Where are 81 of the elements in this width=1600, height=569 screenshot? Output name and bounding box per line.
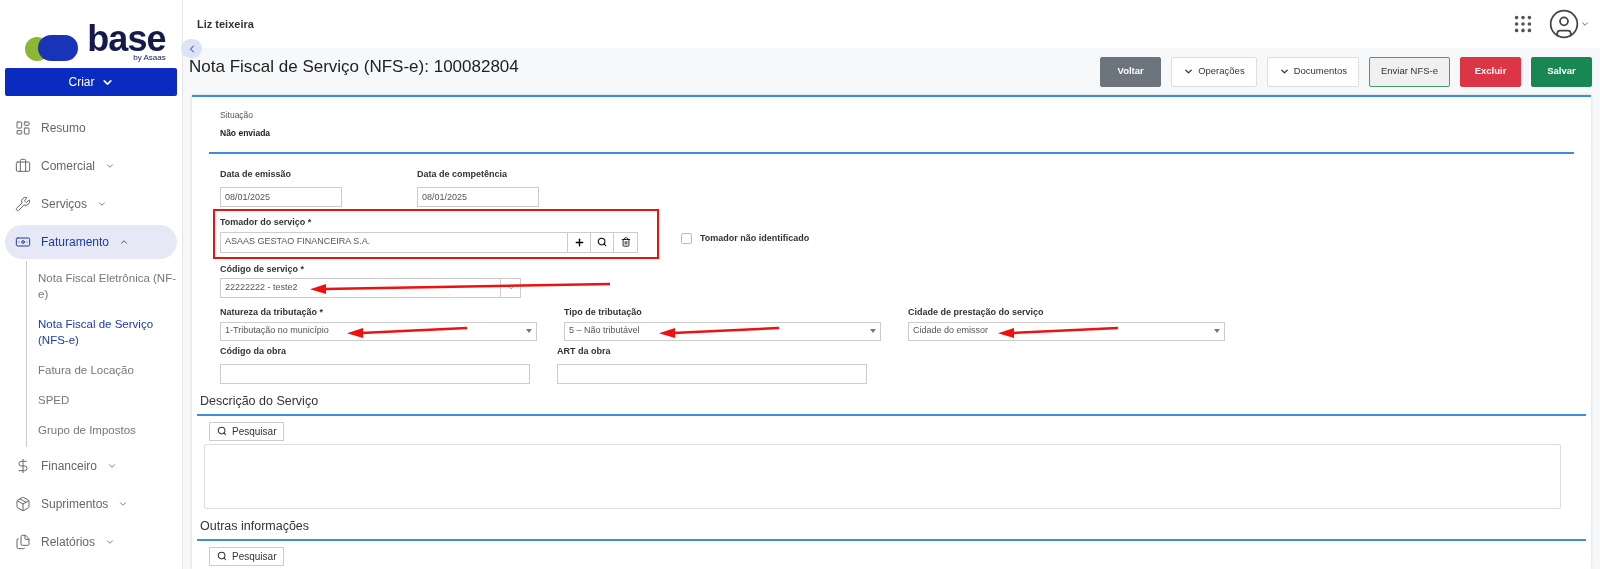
create-button[interactable]: Criar bbox=[5, 68, 177, 96]
search-icon bbox=[217, 551, 227, 561]
field-label: Código da obra bbox=[220, 344, 287, 358]
submenu-item[interactable]: Grupo de Impostos bbox=[38, 415, 177, 445]
chevron-down-icon bbox=[1278, 66, 1290, 77]
search-button[interactable]: Pesquisar bbox=[209, 546, 285, 566]
action-button[interactable]: Voltar bbox=[1100, 56, 1162, 87]
search-button[interactable]: Pesquisar bbox=[209, 421, 285, 441]
action-button[interactable]: Excluir bbox=[1460, 56, 1521, 87]
submenu-item[interactable]: Nota Fiscal de Serviço (NFS-e) bbox=[38, 309, 177, 355]
sidebar-item[interactable]: Financeiro bbox=[5, 449, 177, 483]
status-value: Não enviada bbox=[220, 126, 272, 140]
checkbox-label: Tomador não identificado bbox=[700, 232, 810, 245]
menu-icon bbox=[15, 158, 31, 174]
action-button[interactable]: Operações bbox=[1171, 56, 1257, 87]
action-button[interactable]: Documentos bbox=[1266, 56, 1359, 87]
caret-icon bbox=[870, 329, 876, 333]
avatar-icon[interactable] bbox=[1548, 8, 1580, 40]
caret-icon bbox=[526, 329, 532, 333]
status-label: Situação bbox=[220, 109, 255, 122]
section-title: Descrição do Serviço bbox=[197, 392, 1586, 416]
page-title: Nota Fiscal de Serviço (NFS-e): 100082804 bbox=[189, 56, 519, 77]
sidebar-item[interactable]: Faturamento bbox=[5, 225, 177, 259]
logo-tagline: by Asaas bbox=[133, 54, 166, 62]
search-icon bbox=[217, 426, 227, 437]
search-icon bbox=[597, 237, 607, 247]
chevron-down-icon bbox=[1580, 19, 1590, 29]
select-field[interactable]: 5 – Não tributável bbox=[564, 321, 881, 341]
chevron-down-icon bbox=[105, 537, 116, 547]
search-button[interactable] bbox=[591, 231, 614, 253]
chevron-down-icon bbox=[107, 461, 118, 471]
input-field[interactable] bbox=[220, 364, 530, 384]
menu-icon bbox=[15, 196, 31, 212]
dropdown-button[interactable] bbox=[501, 278, 521, 298]
select-field[interactable]: 1-Tributação no município bbox=[220, 321, 537, 341]
input-field[interactable] bbox=[557, 364, 867, 384]
checkbox[interactable] bbox=[681, 233, 692, 245]
logo-text: base bbox=[87, 24, 166, 54]
menu-icon bbox=[15, 120, 31, 136]
chevron-down-icon bbox=[1183, 66, 1195, 77]
submenu-item[interactable]: SPED bbox=[38, 385, 177, 415]
sidebar-item[interactable]: Serviços bbox=[5, 187, 177, 221]
trash-icon bbox=[620, 237, 631, 247]
delete-button[interactable] bbox=[614, 231, 638, 253]
action-button[interactable]: Salvar bbox=[1531, 56, 1592, 87]
field-label: Data de emissão bbox=[220, 167, 293, 181]
submenu-item[interactable]: Nota Fiscal Eletrônica (NF-e) bbox=[38, 263, 177, 309]
plus-icon bbox=[573, 236, 585, 248]
sidebar-item[interactable]: Comercial bbox=[5, 149, 177, 183]
section-title: Outras informações bbox=[197, 516, 1586, 541]
apps-grid-icon[interactable] bbox=[1512, 13, 1534, 35]
add-button[interactable] bbox=[568, 231, 591, 253]
chevron-down-icon bbox=[105, 161, 115, 171]
caret-icon bbox=[1214, 329, 1220, 333]
date-field[interactable]: 08/01/2025 bbox=[417, 187, 539, 207]
chevron-down-icon bbox=[118, 499, 129, 509]
submenu-item[interactable]: Fatura de Locação bbox=[38, 355, 177, 385]
caret-icon bbox=[506, 284, 515, 292]
field-label: ART da obra bbox=[557, 344, 612, 358]
field-label: Tipo de tributação bbox=[564, 306, 643, 319]
menu-icon bbox=[15, 534, 31, 550]
sidebar-item[interactable]: Resumo bbox=[5, 111, 177, 145]
user-name: Liz teixeira bbox=[197, 16, 254, 32]
sidebar-item[interactable]: Relatórios bbox=[5, 525, 177, 559]
action-button[interactable]: Enviar NFS-e bbox=[1369, 56, 1450, 87]
logo-icon bbox=[24, 32, 80, 62]
menu-icon bbox=[15, 458, 31, 474]
field-label: Natureza da tributação * bbox=[220, 306, 325, 319]
field-label: Código de serviço * bbox=[220, 262, 306, 276]
field-label: Tomador do serviço * bbox=[220, 216, 313, 229]
service-code-field[interactable]: 22222222 - teste2 bbox=[220, 278, 501, 298]
customer-field[interactable]: ASAAS GESTAO FINANCEIRA S.A. bbox=[220, 231, 568, 253]
menu-icon bbox=[15, 496, 31, 512]
sidebar-item[interactable]: Suprimentos bbox=[5, 487, 177, 521]
chevron-down-icon bbox=[97, 199, 107, 209]
field-label: Data de competência bbox=[417, 167, 509, 181]
select-field[interactable]: Cidade do emissor bbox=[908, 321, 1225, 341]
date-field[interactable]: 08/01/2025 bbox=[220, 187, 342, 207]
menu-icon bbox=[15, 234, 31, 250]
chevron-up-icon bbox=[119, 237, 130, 247]
field-label: Cidade de prestação do serviço bbox=[908, 306, 1045, 319]
